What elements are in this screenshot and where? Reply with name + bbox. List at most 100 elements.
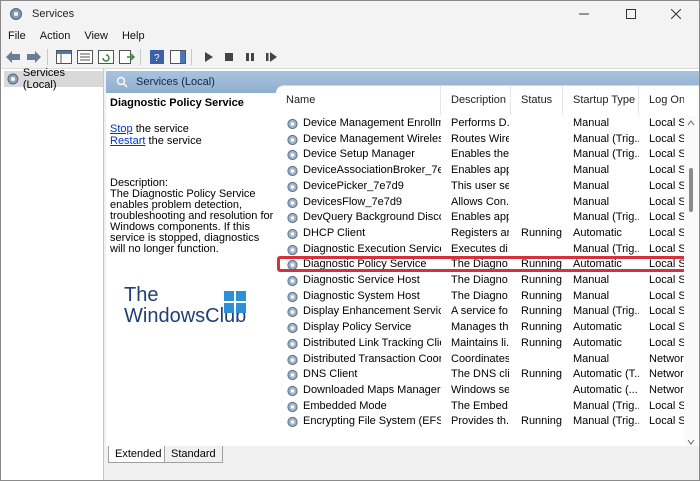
table-row[interactable]: DevicesFlow_7e7d9 Allows Con... Manual Loca… xyxy=(276,195,686,211)
table-row[interactable]: Downloaded Maps Manager Windows se... Auto… xyxy=(276,383,686,399)
table-row[interactable]: DevicePicker_7e7d9 This user ser... Manual… xyxy=(276,179,686,195)
cell-startup-type: Manual xyxy=(573,117,610,129)
menu-file[interactable]: File xyxy=(1,27,33,45)
show-hide-console-tree-button[interactable] xyxy=(55,48,73,66)
cell-description: Enables app... xyxy=(451,211,509,224)
service-gear-icon xyxy=(287,244,298,255)
table-row[interactable]: Distributed Transaction Coord... Coordina… xyxy=(276,352,686,368)
tab-extended[interactable]: Extended xyxy=(108,446,169,463)
cell-log-on-as: Local Syst xyxy=(649,211,686,224)
table-row[interactable]: Diagnostic Policy Service The Diagno... Ru… xyxy=(276,257,686,273)
table-row[interactable]: Diagnostic System Host The Diagno... Runni… xyxy=(276,289,686,305)
service-gear-icon xyxy=(287,370,298,381)
service-gear-icon xyxy=(287,165,298,177)
table-row[interactable]: Distributed Link Tracking Client Maintain… xyxy=(276,336,686,352)
table-row[interactable]: DeviceAssociationBroker_7e7d9 Enables app… xyxy=(276,163,686,179)
stop-service-button[interactable] xyxy=(220,48,238,66)
maximize-button[interactable] xyxy=(608,1,654,27)
table-row[interactable]: Device Setup Manager Enables the ... Manua… xyxy=(276,147,686,163)
services-gear-icon xyxy=(7,73,19,85)
table-row[interactable]: Encrypting File System (EFS) Provides th.… xyxy=(276,414,686,430)
cell-log-on-as: Local Serv xyxy=(649,258,686,271)
minimize-button[interactable] xyxy=(561,1,607,27)
export-list-button[interactable] xyxy=(118,48,136,66)
cell-startup-type: Automatic (T... xyxy=(573,368,639,381)
table-row[interactable]: DHCP Client Registers an... Running Automat… xyxy=(276,226,686,242)
column-header-status[interactable]: Status xyxy=(511,86,563,115)
table-row[interactable]: Embedded Mode The Embed... Manual (Trig...… xyxy=(276,399,686,415)
back-button[interactable] xyxy=(4,48,22,66)
export-icon xyxy=(119,49,135,64)
refresh-button[interactable] xyxy=(97,48,115,66)
table-row[interactable]: DNS Client The DNS cli... Running Automatic… xyxy=(276,367,686,383)
menu-action[interactable]: Action xyxy=(33,27,78,45)
service-gear-icon xyxy=(287,291,298,302)
column-header-name[interactable]: Name xyxy=(276,86,441,115)
scroll-thumb[interactable] xyxy=(689,168,693,212)
cell-startup-type: Manual (Trig... xyxy=(573,242,639,255)
cell-startup-type: Automatic (... xyxy=(573,383,638,396)
table-row[interactable]: Diagnostic Service Host The Diagno... Runn… xyxy=(276,273,686,289)
cell-description: Enables the ... xyxy=(451,148,509,161)
title-bar[interactable]: Services xyxy=(1,1,699,27)
service-gear-icon xyxy=(287,401,298,412)
table-row[interactable]: DevQuery Background Discov... Enables app… xyxy=(276,210,686,226)
help-button[interactable]: ? xyxy=(148,48,166,66)
cell-name: DeviceAssociationBroker_7e7d9 xyxy=(303,164,441,177)
close-button[interactable] xyxy=(653,1,699,27)
cell-status: Running xyxy=(521,321,562,334)
refresh-icon xyxy=(98,49,114,64)
table-row[interactable]: Diagnostic Execution Service Executes di.… xyxy=(276,242,686,258)
cell-startup-type: Manual (Trig... xyxy=(573,148,639,161)
vertical-scrollbar[interactable] xyxy=(684,116,698,449)
stop-link[interactable]: Stop xyxy=(110,123,133,135)
tab-standard[interactable]: Standard xyxy=(164,446,223,463)
menu-view[interactable]: View xyxy=(77,27,115,45)
cell-name: DNS Client xyxy=(303,368,358,381)
restart-service-button[interactable] xyxy=(262,48,280,66)
main-pane: Services (Local) Diagnostic Policy Servi… xyxy=(106,69,699,480)
cell-name: Display Enhancement Service xyxy=(303,305,441,318)
table-row[interactable]: Display Policy Service Manages th... Runni… xyxy=(276,320,686,336)
start-service-button[interactable] xyxy=(199,48,217,66)
selected-service-title: Diagnostic Policy Service xyxy=(110,97,244,109)
cell-description: Windows se... xyxy=(451,383,509,396)
cell-startup-type: Automatic xyxy=(573,226,622,239)
service-gear-icon xyxy=(287,150,298,161)
cell-log-on-as: Local Syst xyxy=(649,415,686,428)
cell-log-on-as: Local Syst xyxy=(649,289,686,302)
console-tree: Services (Local) xyxy=(1,67,104,480)
column-header-log-on-as[interactable]: Log On A xyxy=(639,86,684,115)
forward-button[interactable] xyxy=(25,48,43,66)
show-action-pane-button[interactable] xyxy=(169,48,187,66)
cell-log-on-as: Local Syst xyxy=(649,132,686,145)
cell-log-on-as: Network S xyxy=(649,352,686,365)
table-row[interactable]: Display Enhancement Service A service fo.… xyxy=(276,304,686,320)
cell-name: Device Setup Manager xyxy=(303,148,415,161)
cell-name: Diagnostic System Host xyxy=(303,289,420,302)
pause-icon xyxy=(246,52,254,61)
scroll-up-icon[interactable] xyxy=(684,118,698,128)
column-header-startup-type[interactable]: Startup Type xyxy=(563,86,639,115)
cell-description: Maintains li... xyxy=(451,336,509,349)
cell-startup-type: Manual (Trig... xyxy=(573,399,639,412)
cell-name: Diagnostic Policy Service xyxy=(303,258,427,271)
column-header-description[interactable]: Description xyxy=(441,86,511,115)
cell-name: Encrypting File System (EFS) xyxy=(303,415,441,428)
maximize-icon xyxy=(626,9,636,19)
service-gear-icon xyxy=(287,228,298,239)
tree-item-services-local[interactable]: Services (Local) xyxy=(4,67,103,91)
table-row[interactable]: Device Management Enrollme... Performs D.… xyxy=(276,116,686,132)
menu-help[interactable]: Help xyxy=(115,27,152,45)
cell-startup-type: Manual xyxy=(573,352,610,365)
table-row[interactable]: Device Management Wireless ... Routes Wir… xyxy=(276,132,686,148)
properties-button[interactable] xyxy=(76,48,94,66)
cell-name: DevicePicker_7e7d9 xyxy=(303,179,404,192)
cell-description: The Diagno... xyxy=(451,258,509,271)
restart-link[interactable]: Restart xyxy=(110,135,145,147)
pause-service-button[interactable] xyxy=(241,48,259,66)
console-tree-icon xyxy=(56,49,72,64)
service-gear-icon xyxy=(287,417,298,428)
cell-name: Device Management Enrollme... xyxy=(303,117,441,129)
logo-line-1: The xyxy=(124,284,159,306)
